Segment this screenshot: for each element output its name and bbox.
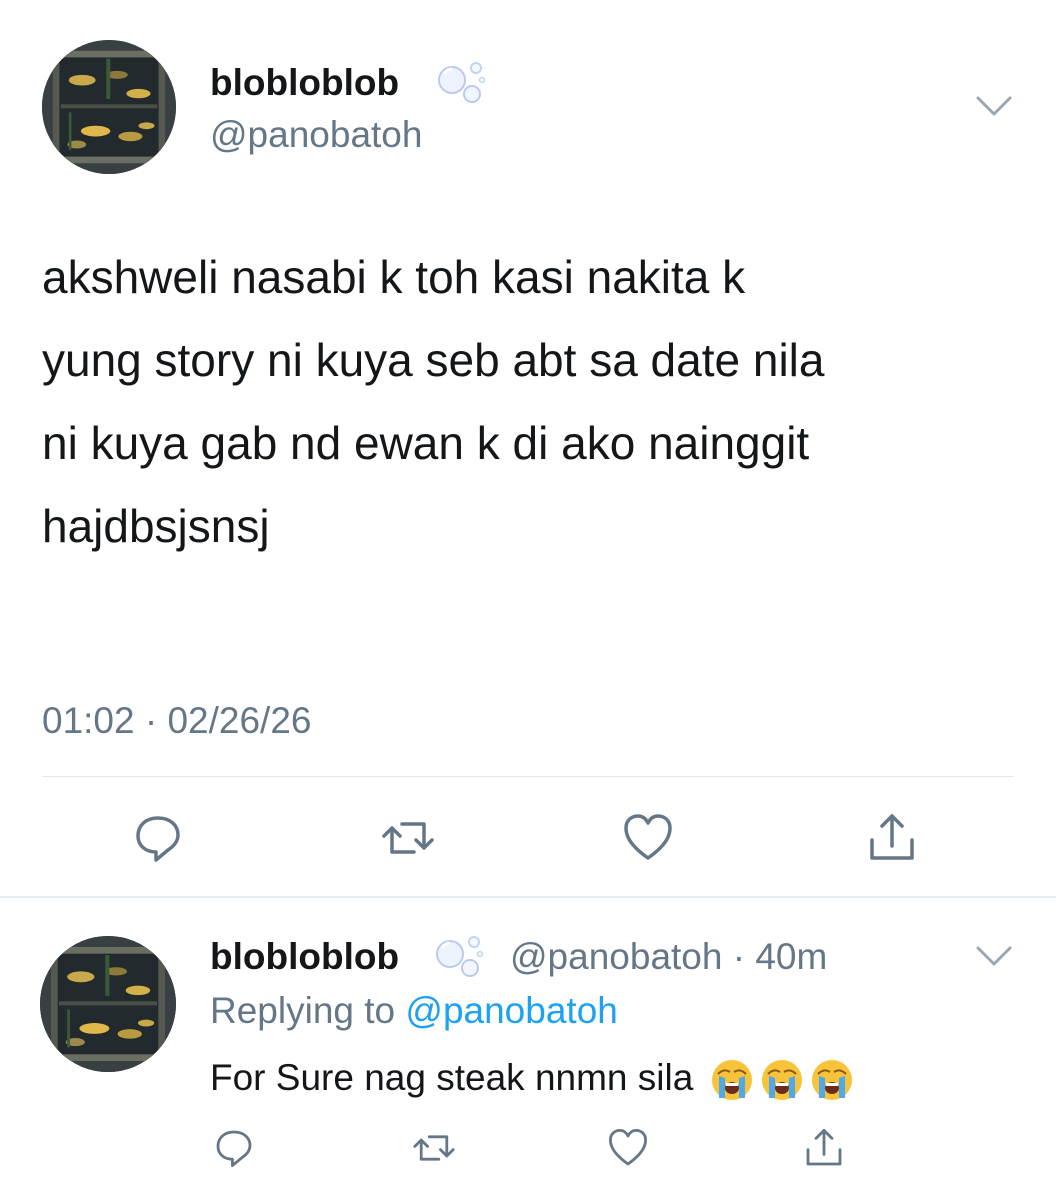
tweet-timestamp: 01:02 · 02/26/26 (42, 700, 312, 741)
retweet-button[interactable] (410, 1124, 458, 1172)
avatar-image (42, 40, 176, 174)
replying-to-label: Replying to (210, 990, 396, 1031)
bubbles-emoji-icon (434, 56, 488, 110)
meta-separator: · (722, 936, 756, 977)
reply-icon (210, 1124, 258, 1172)
reply-button[interactable] (128, 808, 188, 868)
tweet-separator (0, 896, 1056, 898)
avatar[interactable] (40, 936, 176, 1072)
chevron-down-icon[interactable] (974, 94, 1014, 118)
loudly-crying-face-icon (760, 1058, 804, 1102)
tweet-text: akshweli nasabi k toh kasi nakita k yung… (42, 236, 1022, 568)
tweet-text-line: ni kuya gab nd ewan k di ako nainggit (42, 417, 810, 469)
like-button[interactable] (618, 808, 678, 868)
like-icon (604, 1124, 652, 1172)
avatar-image (40, 936, 176, 1072)
retweet-icon (410, 1124, 458, 1172)
display-name[interactable]: blobloblob (210, 64, 399, 101)
reply-time: 40m (755, 936, 828, 977)
replying-to: Replying to @panobatoh (210, 992, 618, 1029)
share-icon (862, 808, 922, 868)
loudly-crying-face-icon (710, 1058, 754, 1102)
reply-text-content: For Sure nag steak nnmn sila (210, 1056, 694, 1098)
avatar[interactable] (42, 40, 176, 174)
reply-button[interactable] (210, 1124, 258, 1172)
share-icon (800, 1124, 848, 1172)
reply-icon (128, 808, 188, 868)
tweet-text-line: akshweli nasabi k toh kasi nakita k (42, 251, 746, 303)
retweet-button[interactable] (378, 808, 438, 868)
retweet-icon (378, 808, 438, 868)
share-button[interactable] (800, 1124, 848, 1172)
reply-text: For Sure nag steak nnmn sila (210, 1058, 854, 1102)
display-name[interactable]: blobloblob (210, 938, 399, 975)
like-icon (618, 808, 678, 868)
chevron-down-icon[interactable] (974, 944, 1014, 968)
loudly-crying-face-icon (810, 1058, 854, 1102)
user-handle[interactable]: @panobatoh (210, 116, 422, 153)
user-handle[interactable]: @panobatoh (510, 936, 722, 977)
bubbles-emoji-icon (432, 930, 486, 984)
reply-meta: @panobatoh · 40m (510, 938, 827, 975)
replying-to-mention[interactable]: @panobatoh (405, 990, 617, 1031)
tweet-text-line: yung story ni kuya seb abt sa date nila (42, 334, 825, 386)
divider (42, 776, 1014, 777)
share-button[interactable] (862, 808, 922, 868)
tweet-text-line: hajdbsjsnsj (42, 500, 270, 552)
like-button[interactable] (604, 1124, 652, 1172)
